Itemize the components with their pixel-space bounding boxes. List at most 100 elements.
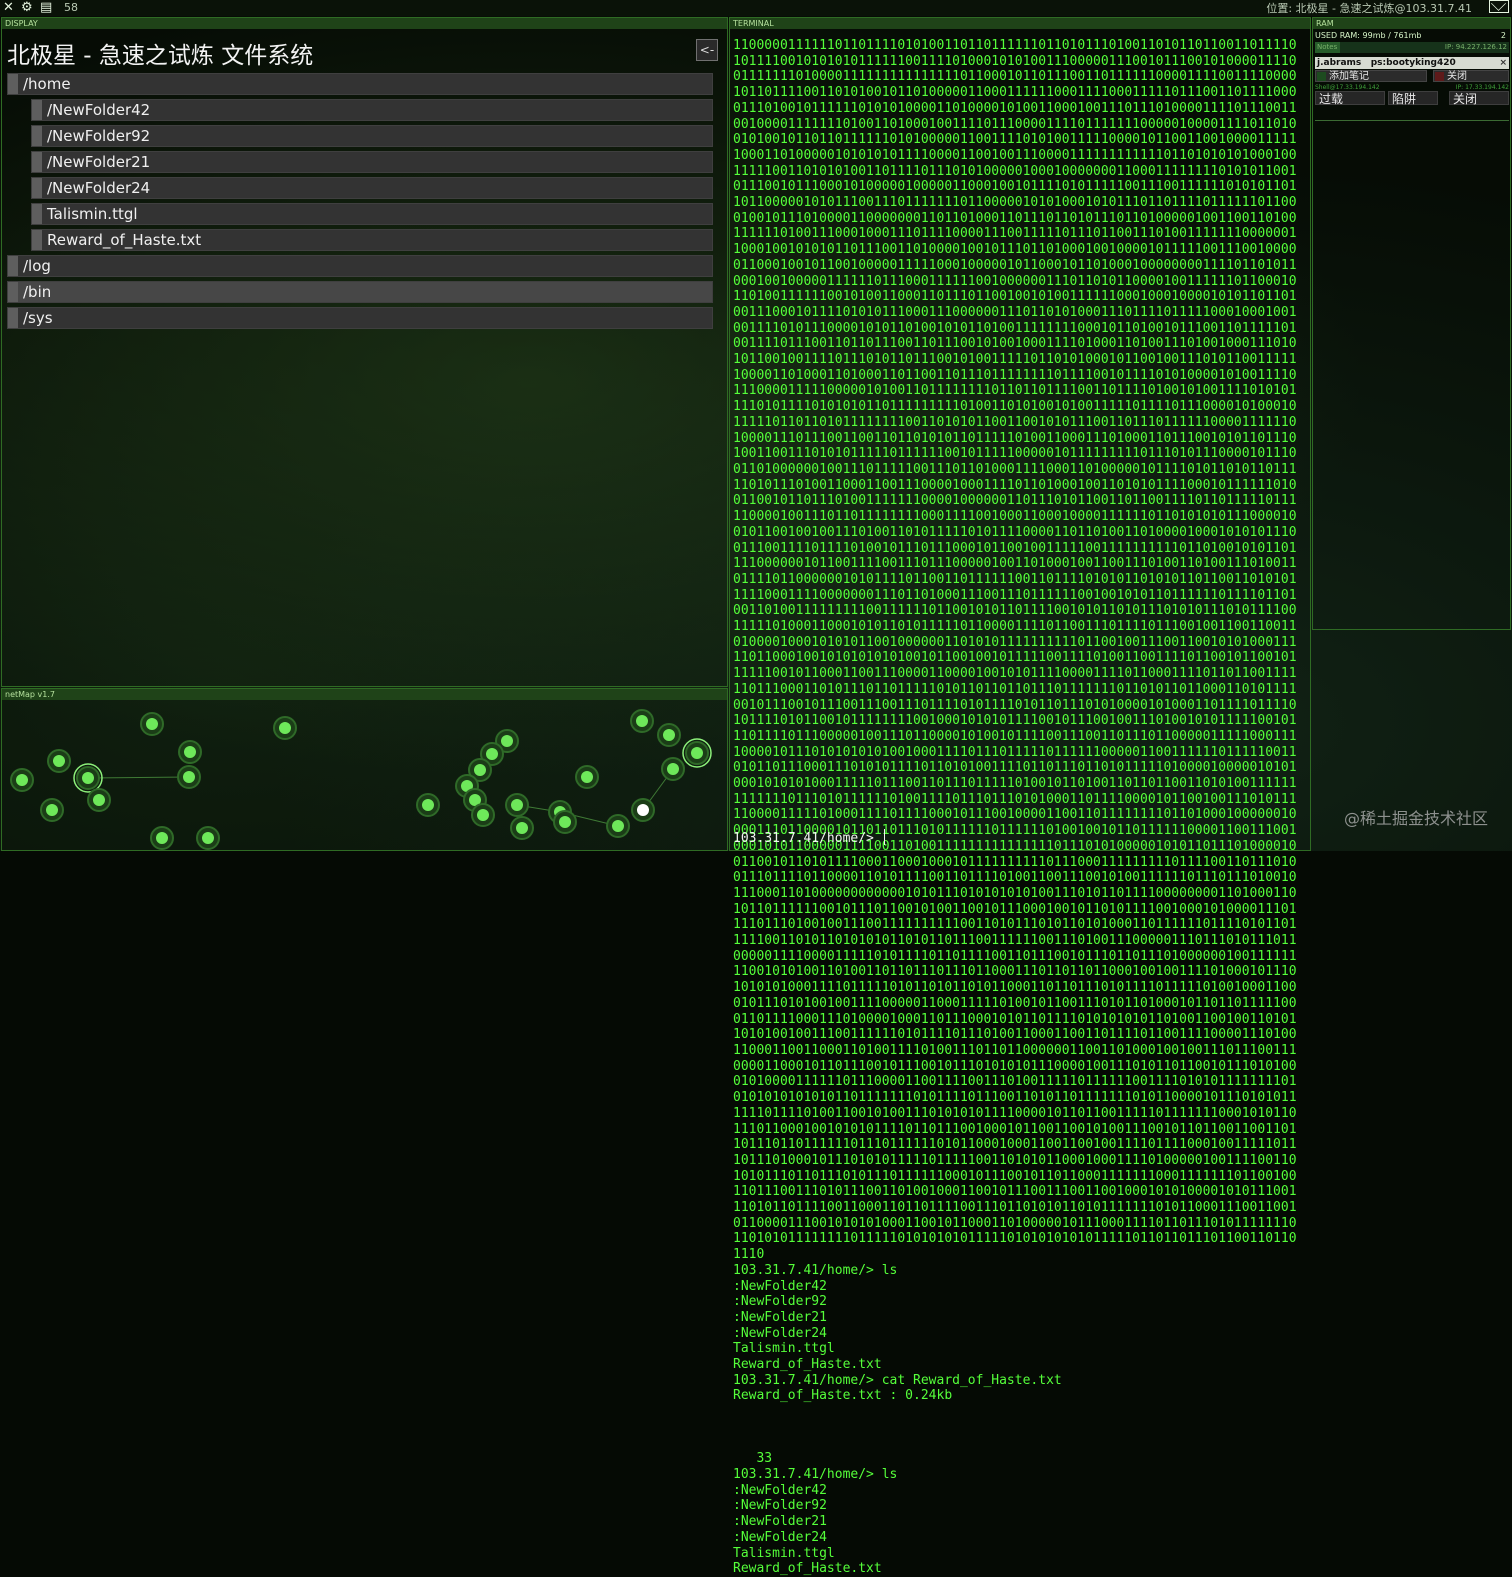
- ram-panel: RAM USED RAM: 99mb / 761mb 2 Notes IP: 94…: [1312, 17, 1511, 630]
- prompt-text: 103.31.7.41/home/>: [733, 831, 882, 846]
- netmap-node[interactable]: [575, 765, 599, 789]
- netmap-node[interactable]: [87, 788, 111, 812]
- top-bar: ✕ ⚙ ▤ 58 位置: 北极星 - 急速之试炼@103.31.7.41: [0, 0, 1512, 16]
- add-note-label: 添加笔记: [1329, 71, 1369, 82]
- row-marker: [8, 282, 18, 302]
- file-label: /sys: [23, 309, 53, 327]
- notes-label: Notes: [1317, 43, 1338, 51]
- netmap-node[interactable]: [40, 798, 64, 822]
- netmap-node[interactable]: [553, 810, 577, 834]
- folder-newfolder24[interactable]: /NewFolder24: [31, 177, 713, 199]
- close-icon[interactable]: ×: [1499, 57, 1507, 69]
- netmap-node[interactable]: [177, 765, 201, 789]
- file-label: Talismin.ttgl: [47, 205, 138, 223]
- row-marker: [32, 230, 42, 250]
- row-marker: [8, 256, 18, 276]
- close-shell-button[interactable]: 关闭: [1449, 91, 1509, 106]
- binary-dump: 1100000111111011011110101001101101111110…: [733, 38, 1297, 1263]
- netmap-node[interactable]: [606, 814, 630, 838]
- notes-window-header: j.abrams ps:bootyking420 ×: [1315, 57, 1509, 69]
- process-count: 2: [1500, 31, 1506, 40]
- row-marker: [8, 74, 18, 94]
- folder-bin[interactable]: /bin: [7, 281, 713, 303]
- notes-ip: IP: 94.227.126.12: [1444, 43, 1507, 51]
- netmap-node[interactable]: [10, 768, 34, 792]
- file-list: /home /NewFolder42 /NewFolder92 /NewFold…: [7, 73, 713, 333]
- watermark: @稀土掘金技术社区: [1343, 809, 1488, 828]
- terminal-input[interactable]: 103.31.7.41/home/>: [733, 829, 885, 846]
- file-label: /NewFolder42: [47, 101, 151, 119]
- row-marker: [32, 100, 42, 120]
- gear-icon[interactable]: ⚙: [21, 0, 33, 15]
- folder-newfolder92[interactable]: /NewFolder92: [31, 125, 713, 147]
- netmap-node[interactable]: [416, 793, 440, 817]
- shell-label: Shell@17.33.194.142: [1315, 84, 1380, 91]
- file-label: Reward_of_Haste.txt: [47, 231, 202, 249]
- notes-user: j.abrams: [1317, 58, 1362, 68]
- add-note-button[interactable]: 添加笔记: [1315, 70, 1427, 82]
- row-marker: [32, 204, 42, 224]
- file-label: /NewFolder92: [47, 127, 151, 145]
- file-talismin[interactable]: Talismin.ttgl: [31, 203, 713, 225]
- home-node[interactable]: [631, 798, 655, 822]
- terminal-lines: 103.31.7.41/home/> ls :NewFolder42 :NewF…: [733, 1262, 1062, 1577]
- ram-usage-bar: Notes IP: 94.227.126.12: [1315, 42, 1509, 53]
- text-caret: [883, 829, 885, 845]
- netmap-node[interactable]: [657, 723, 681, 747]
- button-marker: [1435, 72, 1444, 81]
- file-label: /NewFolder24: [47, 179, 151, 197]
- page-title: 北极星 - 急速之试炼 文件系统: [7, 43, 314, 69]
- folder-newfolder21[interactable]: /NewFolder21: [31, 151, 713, 173]
- location-text: 位置: 北极星 - 急速之试炼@103.31.7.41: [1266, 2, 1472, 15]
- netmap-node[interactable]: [471, 803, 495, 827]
- netmap-node[interactable]: [150, 826, 174, 850]
- overload-button[interactable]: 过载: [1315, 91, 1385, 106]
- folder-newfolder42[interactable]: /NewFolder42: [31, 99, 713, 121]
- close-icon[interactable]: ✕: [3, 0, 14, 15]
- trap-button[interactable]: 陷阱: [1388, 91, 1438, 106]
- close-note-label: 关闭: [1447, 71, 1467, 82]
- notes-window: j.abrams ps:bootyking420 × 添加笔记 关闭 Shell…: [1315, 57, 1509, 106]
- row-marker: [32, 152, 42, 172]
- row-marker: [32, 126, 42, 146]
- counter-text: 58: [64, 1, 78, 14]
- file-reward-of-haste[interactable]: Reward_of_Haste.txt: [31, 229, 713, 251]
- ram-header: RAM: [1313, 18, 1510, 29]
- file-label: /NewFolder21: [47, 153, 151, 171]
- netmap-link: [87, 776, 190, 779]
- netmap-node[interactable]: [682, 738, 712, 768]
- terminal-panel: TERMINAL 1100000111111011011110101001101…: [729, 17, 1311, 1576]
- ram-usage: USED RAM: 99mb / 761mb 2: [1315, 30, 1508, 42]
- netmap-node[interactable]: [661, 757, 685, 781]
- netmap-canvas: [10, 709, 712, 850]
- folder-home[interactable]: /home: [7, 73, 713, 95]
- file-label: /log: [23, 257, 51, 275]
- close-note-button[interactable]: 关闭: [1433, 70, 1509, 82]
- netmap-node[interactable]: [196, 826, 220, 850]
- back-button[interactable]: <-: [696, 39, 718, 61]
- terminal-output: 1100000111111011011110101001101101111110…: [733, 38, 1308, 1577]
- netmap-node[interactable]: [273, 716, 297, 740]
- folder-sys[interactable]: /sys: [7, 307, 713, 329]
- mail-icon[interactable]: [1489, 0, 1509, 13]
- netmap-node[interactable]: [73, 763, 103, 793]
- netmap-header: netMap v1.7: [2, 689, 727, 700]
- shell-ip: IP: 17.33.194.142: [1455, 84, 1509, 91]
- display-panel: DISPLAY 北极星 - 急速之试炼 文件系统 <- /home /NewFo…: [1, 17, 728, 687]
- netmap-node[interactable]: [178, 740, 202, 764]
- netmap-node[interactable]: [505, 793, 529, 817]
- divider: [1315, 120, 1509, 121]
- file-label: /home: [23, 75, 71, 93]
- netmap-node[interactable]: [140, 712, 164, 736]
- terminal-header: TERMINAL: [730, 18, 1310, 29]
- row-marker: [32, 178, 42, 198]
- netmap-node[interactable]: [630, 709, 654, 733]
- netmap-node[interactable]: [510, 816, 534, 840]
- ram-usage-text: USED RAM: 99mb / 761mb: [1315, 31, 1422, 40]
- folder-log[interactable]: /log: [7, 255, 713, 277]
- netmap-panel: netMap v1.7: [1, 688, 728, 851]
- netmap-node[interactable]: [47, 749, 71, 773]
- notes-password: ps:bootyking420: [1370, 58, 1456, 68]
- display-header: DISPLAY: [2, 18, 727, 29]
- save-icon[interactable]: ▤: [40, 0, 52, 15]
